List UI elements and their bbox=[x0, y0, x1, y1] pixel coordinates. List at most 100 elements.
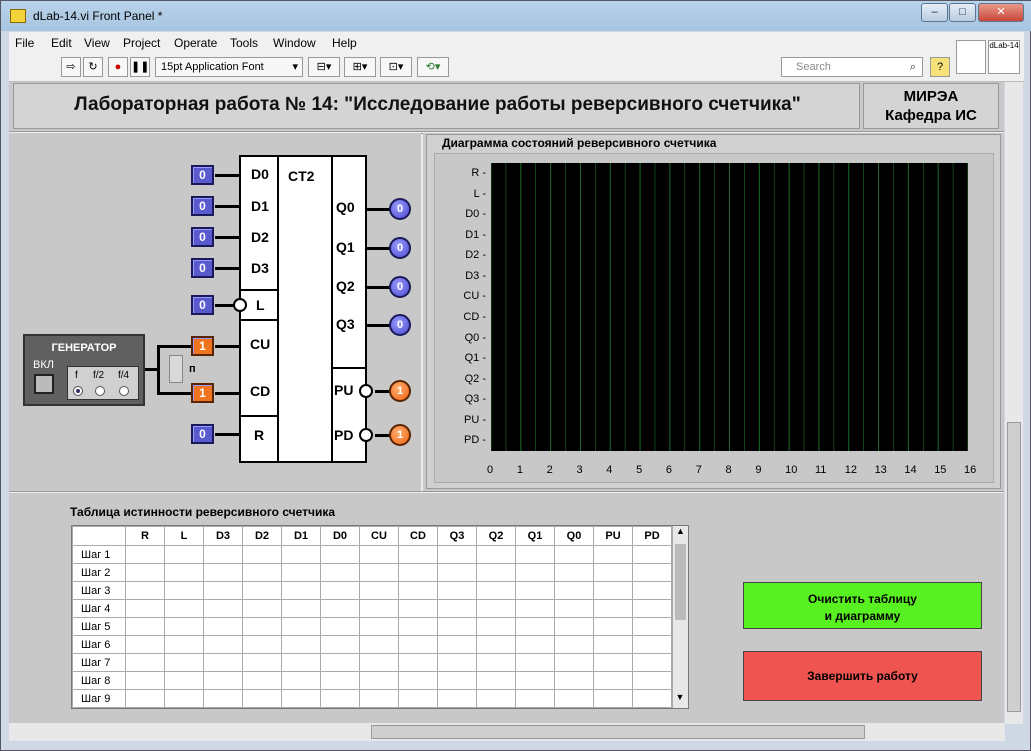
table-cell[interactable] bbox=[554, 545, 594, 564]
menu-view[interactable]: View bbox=[84, 36, 110, 50]
table-cell[interactable] bbox=[203, 689, 243, 708]
connector-pane[interactable] bbox=[956, 40, 986, 74]
menu-help[interactable]: Help bbox=[332, 36, 357, 50]
table-cell[interactable] bbox=[281, 545, 321, 564]
d3-control[interactable]: 0 bbox=[191, 258, 214, 278]
search-input[interactable]: Search ⌕ bbox=[781, 57, 923, 77]
table-cell[interactable] bbox=[320, 563, 360, 582]
table-cell[interactable] bbox=[281, 671, 321, 690]
abort-icon[interactable]: ● bbox=[108, 57, 128, 77]
table-cell[interactable] bbox=[359, 671, 399, 690]
table-cell[interactable] bbox=[125, 653, 165, 672]
table-cell[interactable] bbox=[164, 617, 204, 636]
table-cell[interactable] bbox=[320, 599, 360, 618]
table-cell[interactable] bbox=[359, 635, 399, 654]
d2-control[interactable]: 0 bbox=[191, 227, 214, 247]
table-cell[interactable] bbox=[203, 635, 243, 654]
d1-control[interactable]: 0 bbox=[191, 196, 214, 216]
table-cell[interactable] bbox=[125, 635, 165, 654]
table-cell[interactable] bbox=[125, 671, 165, 690]
table-cell[interactable] bbox=[359, 581, 399, 600]
table-scrollbar[interactable]: ▲ ▼ bbox=[672, 526, 688, 708]
menu-project[interactable]: Project bbox=[123, 36, 160, 50]
table-cell[interactable] bbox=[281, 635, 321, 654]
table-cell[interactable] bbox=[359, 689, 399, 708]
table-cell[interactable] bbox=[281, 617, 321, 636]
table-cell[interactable] bbox=[398, 599, 438, 618]
table-cell[interactable] bbox=[359, 653, 399, 672]
table-cell[interactable] bbox=[164, 653, 204, 672]
table-cell[interactable] bbox=[242, 545, 282, 564]
menu-file[interactable]: File bbox=[15, 36, 34, 50]
table-cell[interactable] bbox=[632, 545, 672, 564]
table-cell[interactable] bbox=[593, 563, 633, 582]
table-cell[interactable] bbox=[632, 581, 672, 600]
table-cell[interactable] bbox=[242, 653, 282, 672]
table-cell[interactable] bbox=[476, 599, 516, 618]
table-cell[interactable] bbox=[632, 635, 672, 654]
table-cell[interactable] bbox=[515, 563, 555, 582]
table-cell[interactable] bbox=[437, 581, 477, 600]
table-cell[interactable] bbox=[593, 635, 633, 654]
table-cell[interactable] bbox=[476, 653, 516, 672]
table-cell[interactable] bbox=[320, 653, 360, 672]
table-cell[interactable] bbox=[242, 689, 282, 708]
table-cell[interactable] bbox=[125, 581, 165, 600]
table-cell[interactable] bbox=[359, 599, 399, 618]
table-cell[interactable] bbox=[242, 635, 282, 654]
generator-on-button[interactable] bbox=[34, 374, 54, 394]
table-cell[interactable] bbox=[515, 653, 555, 672]
table-cell[interactable] bbox=[398, 563, 438, 582]
table-cell[interactable] bbox=[320, 635, 360, 654]
scroll-thumb[interactable] bbox=[675, 544, 686, 620]
table-cell[interactable] bbox=[203, 671, 243, 690]
table-cell[interactable] bbox=[242, 581, 282, 600]
horizontal-scrollbar[interactable] bbox=[9, 723, 1005, 741]
cu-control[interactable]: 1 bbox=[191, 336, 214, 356]
table-cell[interactable] bbox=[437, 599, 477, 618]
table-cell[interactable] bbox=[359, 545, 399, 564]
pause-icon[interactable]: ❚❚ bbox=[130, 57, 150, 77]
minimize-button[interactable]: – bbox=[921, 3, 948, 22]
table-cell[interactable] bbox=[632, 599, 672, 618]
table-cell[interactable] bbox=[242, 563, 282, 582]
table-cell[interactable] bbox=[632, 617, 672, 636]
table-cell[interactable] bbox=[281, 689, 321, 708]
table-cell[interactable] bbox=[515, 599, 555, 618]
table-cell[interactable] bbox=[203, 581, 243, 600]
table-cell[interactable] bbox=[476, 617, 516, 636]
table-cell[interactable] bbox=[242, 617, 282, 636]
table-cell[interactable] bbox=[515, 671, 555, 690]
finish-work-button[interactable]: Завершить работу bbox=[743, 651, 982, 701]
table-cell[interactable] bbox=[437, 563, 477, 582]
table-cell[interactable] bbox=[164, 635, 204, 654]
scroll-down-icon[interactable]: ▼ bbox=[673, 692, 687, 708]
table-cell[interactable] bbox=[320, 671, 360, 690]
clear-table-button[interactable]: Очистить таблицу и диаграмму bbox=[743, 582, 982, 629]
table-cell[interactable] bbox=[359, 617, 399, 636]
table-cell[interactable] bbox=[437, 653, 477, 672]
table-cell[interactable] bbox=[398, 581, 438, 600]
table-cell[interactable] bbox=[125, 545, 165, 564]
menu-tools[interactable]: Tools bbox=[230, 36, 258, 50]
table-cell[interactable] bbox=[320, 581, 360, 600]
vi-icon[interactable]: dLab-14 bbox=[988, 40, 1020, 74]
font-select[interactable]: 15pt Application Font ▾ bbox=[155, 57, 303, 77]
horizontal-scroll-thumb[interactable] bbox=[371, 725, 865, 739]
table-cell[interactable] bbox=[476, 635, 516, 654]
table-cell[interactable] bbox=[476, 671, 516, 690]
table-cell[interactable] bbox=[242, 599, 282, 618]
table-cell[interactable] bbox=[164, 563, 204, 582]
table-cell[interactable] bbox=[632, 689, 672, 708]
table-cell[interactable] bbox=[203, 545, 243, 564]
table-cell[interactable] bbox=[281, 563, 321, 582]
table-cell[interactable] bbox=[281, 581, 321, 600]
maximize-button[interactable]: □ bbox=[949, 3, 976, 22]
menu-operate[interactable]: Operate bbox=[174, 36, 217, 50]
table-cell[interactable] bbox=[476, 689, 516, 708]
r-control[interactable]: 0 bbox=[191, 424, 214, 444]
table-cell[interactable] bbox=[437, 545, 477, 564]
table-cell[interactable] bbox=[164, 581, 204, 600]
table-cell[interactable] bbox=[515, 689, 555, 708]
table-cell[interactable] bbox=[398, 671, 438, 690]
